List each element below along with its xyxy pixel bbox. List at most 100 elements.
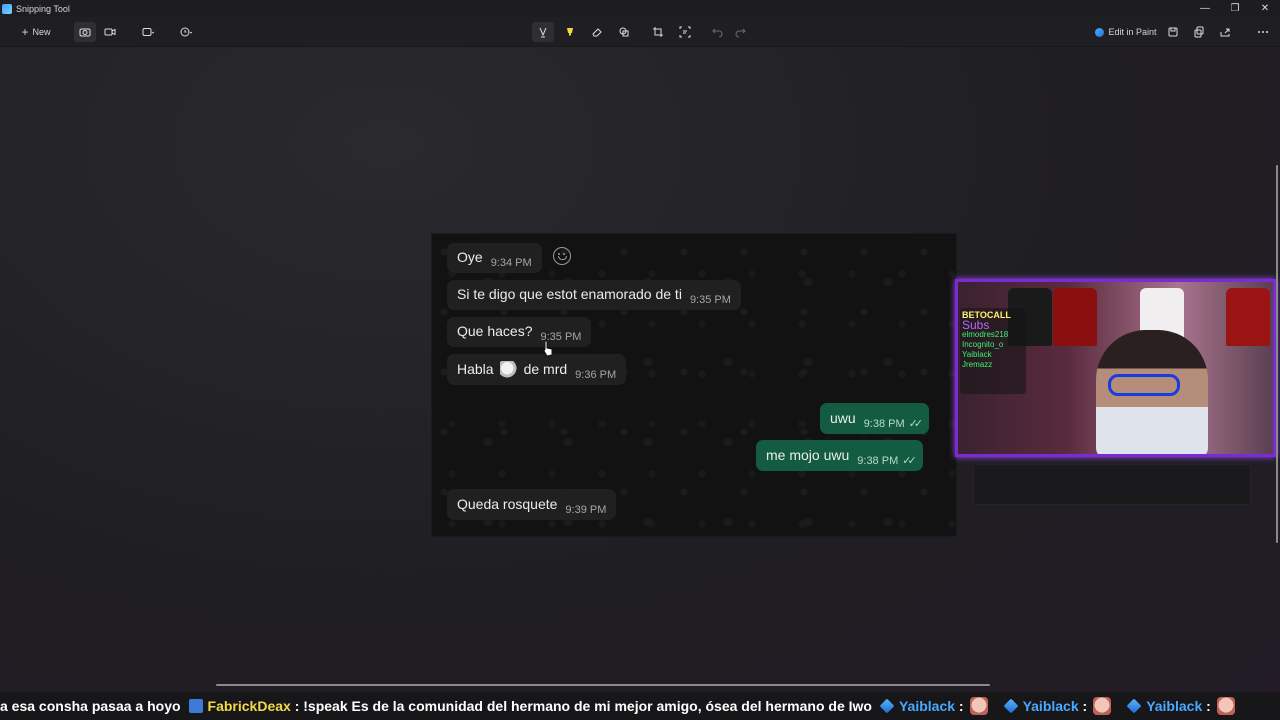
video-camera-icon: [104, 28, 116, 36]
vertical-scrollbar[interactable]: [1276, 165, 1278, 543]
crop-icon: [653, 27, 663, 37]
save-icon: [1168, 27, 1178, 37]
copy-icon: [1194, 26, 1204, 38]
ticker-text: a esa consha pasaa a hoyo: [0, 698, 181, 714]
message-text: uwu: [830, 410, 856, 426]
message-time: 9:38 PM: [857, 455, 899, 467]
overlay-text: Incognito_o: [962, 340, 1004, 349]
delay-dropdown[interactable]: [172, 22, 200, 42]
overlay-text: Yaiblack: [962, 350, 992, 359]
crop-button[interactable]: [647, 22, 669, 42]
share-button[interactable]: [1214, 22, 1236, 42]
cube-badge-icon: [1126, 698, 1142, 714]
shapes-icon: [619, 27, 629, 37]
text-scan-icon: [679, 26, 691, 38]
title-bar: Snipping Tool — ❐ ✕: [0, 0, 1280, 17]
message-text-part: Habla: [457, 360, 494, 377]
jersey-image: [1226, 288, 1270, 346]
chat-ticker: a esa consha pasaa a hoyo FabrickDeax : …: [0, 692, 1280, 720]
chat-message: uwu 9:38 PM ✓✓: [820, 403, 930, 434]
message-text: Oye: [457, 249, 483, 265]
message-time: 9:36 PM: [575, 369, 617, 381]
message-text: Si te digo que estot enamorado de ti: [457, 286, 682, 302]
poodle-emoji-icon: [499, 361, 518, 379]
undo-button[interactable]: [706, 22, 728, 42]
heart-glasses: [1108, 374, 1180, 396]
message-time: 9:35 PM: [689, 294, 731, 306]
face-emote-icon: [1216, 697, 1235, 715]
hand-cursor-icon: [543, 340, 553, 357]
share-icon: [1220, 28, 1230, 37]
ticker-username: FabrickDeax: [207, 698, 291, 714]
webcam-overlay: BETOCALL Subs elmodres218 Incognito_o Ya…: [955, 279, 1276, 457]
toolbar: + New Edit in Paint: [0, 17, 1280, 47]
read-receipt-icon: ✓✓: [908, 418, 924, 430]
highlighter-button[interactable]: [559, 22, 581, 42]
ticker-username: Yaiblack: [898, 698, 956, 714]
message-text: me mojo uwu: [766, 447, 850, 463]
snip-shape-dropdown[interactable]: [134, 22, 162, 42]
chat-message: me mojo uwu 9:38 PM ✓✓: [756, 440, 923, 471]
close-icon[interactable]: ✕: [1250, 0, 1280, 17]
more-options-button[interactable]: [1252, 22, 1274, 42]
ticker-message: : !speak Es de la comunidad del hermano …: [294, 698, 872, 714]
window-controls: — ❐ ✕: [1190, 0, 1280, 17]
ellipsis-icon: [1258, 31, 1268, 33]
message-text: Que haces?: [457, 323, 533, 339]
highlighter-icon: [567, 28, 573, 36]
face-emote-icon: [969, 697, 988, 715]
redo-button[interactable]: [730, 22, 752, 42]
new-button[interactable]: + New: [12, 22, 60, 42]
pen-icon: [539, 27, 547, 38]
ballpoint-pen-button[interactable]: [532, 22, 554, 42]
window-title: Snipping Tool: [16, 3, 70, 14]
redo-icon: [735, 28, 746, 38]
chat-message: Si te digo que estot enamorado de ti 9:3…: [447, 280, 741, 310]
save-button[interactable]: [1162, 22, 1184, 42]
horizontal-scrollbar[interactable]: [216, 684, 990, 686]
edit-in-paint-button[interactable]: Edit in Paint: [1090, 22, 1162, 42]
message-time: 9:39 PM: [565, 504, 607, 516]
message-time: 9:34 PM: [490, 257, 532, 269]
overlay-text: Subs: [962, 318, 990, 332]
ticker-username: Yaiblack: [1022, 698, 1079, 714]
cube-badge-icon: [879, 698, 895, 714]
record-mode-button[interactable]: [99, 22, 121, 42]
ticker-message: :: [1206, 698, 1211, 714]
user-badge-icon: [188, 699, 203, 713]
rectangle-snip-icon: [142, 28, 154, 36]
new-button-label: New: [32, 27, 51, 37]
chat-message: Habla de mrd 9:36 PM: [447, 354, 627, 385]
message-text: Queda rosquete: [457, 496, 558, 512]
undo-icon: [712, 28, 723, 38]
overlay-text: Jremazz: [962, 360, 993, 369]
message-time: 9:38 PM: [863, 418, 905, 430]
ticker-message: :: [1082, 698, 1088, 714]
overlay-text: elmodres218: [962, 330, 1009, 339]
eraser-icon: [592, 28, 602, 37]
chat-screenshot: Oye 9:34 PM Si te digo que estot enamora…: [431, 233, 957, 537]
copy-button[interactable]: [1188, 22, 1210, 42]
minimize-icon[interactable]: —: [1190, 0, 1220, 17]
shapes-button[interactable]: [613, 22, 635, 42]
cube-badge-icon: [1003, 698, 1019, 714]
eraser-button[interactable]: [586, 22, 608, 42]
subs-panel: BETOCALL Subs elmodres218 Incognito_o Ya…: [960, 308, 1026, 394]
clock-icon: [180, 27, 192, 37]
chat-message: Queda rosquete 9:39 PM: [447, 489, 617, 520]
restore-icon[interactable]: ❐: [1220, 0, 1250, 17]
snipping-tool-app-icon: [2, 3, 12, 14]
webcam-caption-box: [973, 464, 1251, 505]
jersey-image: [1053, 288, 1097, 346]
read-receipt-icon: ✓✓: [902, 455, 917, 467]
camera-icon: [79, 28, 91, 37]
text-actions-button[interactable]: [674, 22, 696, 42]
screenshot-mode-button[interactable]: [74, 22, 96, 42]
chat-message: Oye 9:34 PM: [447, 243, 542, 273]
ticker-username: Yaiblack: [1146, 698, 1203, 714]
face-emote-icon: [1093, 697, 1112, 715]
ticker-message: :: [958, 698, 964, 714]
paint-app-icon: [1095, 27, 1105, 37]
edit-in-paint-label: Edit in Paint: [1108, 27, 1157, 37]
plus-icon: +: [21, 25, 29, 39]
